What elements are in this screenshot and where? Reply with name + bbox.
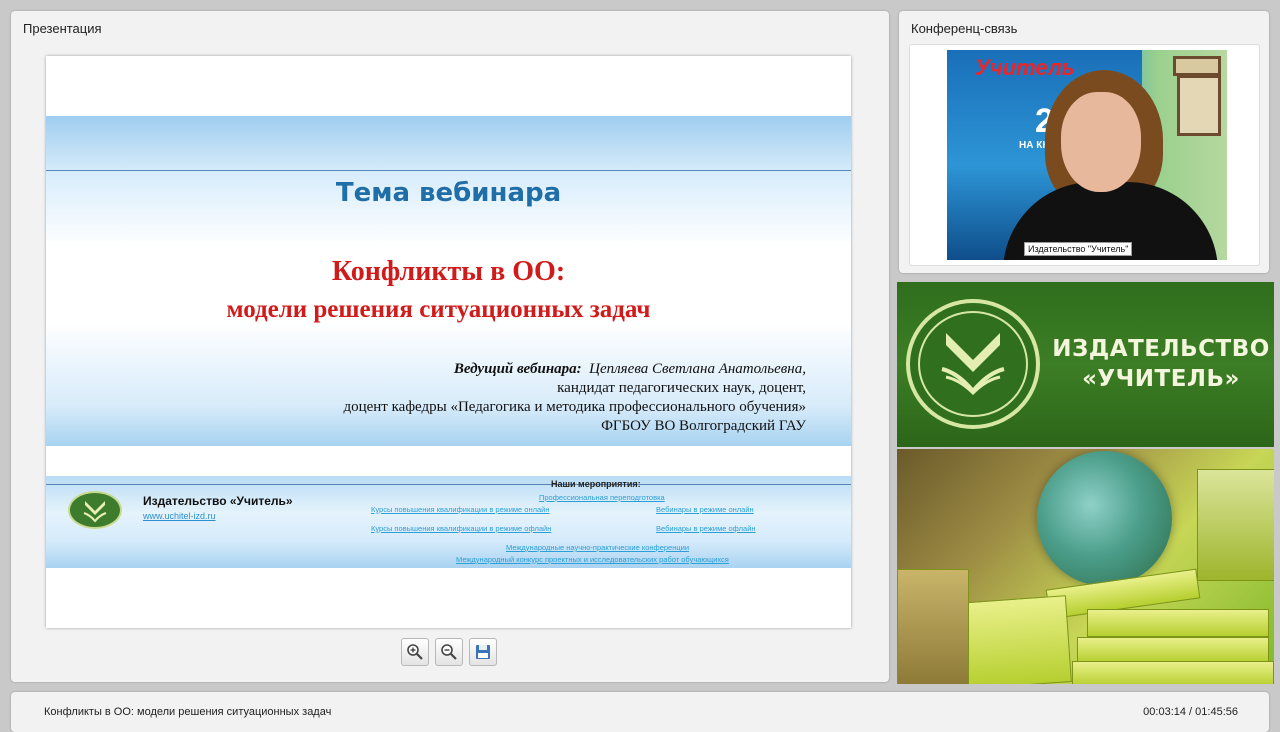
zoom-out-icon bbox=[441, 644, 457, 660]
presentation-panel: Презентация Тема вебинара Конфликты в ОО… bbox=[11, 11, 889, 682]
books-illustration bbox=[897, 449, 1274, 684]
slide-event-link[interactable]: Курсы повышения квалификации в режиме он… bbox=[371, 505, 550, 514]
book-illustration bbox=[1072, 661, 1274, 684]
slide-event-link[interactable]: Международный конкурс проектных и исслед… bbox=[456, 555, 729, 564]
slide-event-link[interactable]: Курсы повышения квалификации в режиме оф… bbox=[371, 524, 551, 533]
slide-events-title: Наши мероприятия: bbox=[551, 479, 641, 489]
presenter-face bbox=[1061, 92, 1141, 192]
publisher-banner-line1: ИЗДАТЕЛЬСТВО bbox=[1052, 336, 1270, 362]
publisher-emblem-icon bbox=[906, 299, 1040, 429]
playback-time: 00:03:14 / 01:45:56 bbox=[1143, 706, 1238, 718]
bottom-status-bar: Конфликты в ОО: модели решения ситуацион… bbox=[11, 692, 1269, 732]
zoom-out-button[interactable] bbox=[435, 638, 463, 666]
slide-event-link[interactable]: Профессиональная переподготовка bbox=[539, 493, 665, 502]
video-container: Учитель 25 НА КНИЖ Издательство "Учитель… bbox=[909, 44, 1260, 266]
zoom-in-icon bbox=[407, 644, 423, 660]
slide-publisher-name: Издательство «Учитель» bbox=[143, 494, 293, 508]
globe-illustration bbox=[1037, 451, 1172, 586]
save-button[interactable] bbox=[469, 638, 497, 666]
zoom-in-button[interactable] bbox=[401, 638, 429, 666]
slide-event-link[interactable]: Вебинары в режиме онлайн bbox=[656, 505, 754, 514]
book-illustration bbox=[897, 569, 969, 684]
current-time: 00:03:14 bbox=[1143, 706, 1186, 718]
slide-event-link[interactable]: Международные научно-практические конфер… bbox=[506, 543, 689, 552]
slide-footer-band bbox=[46, 476, 851, 568]
presentation-slide: Тема вебинара Конфликты в ОО: модели реш… bbox=[46, 56, 851, 628]
book-illustration bbox=[954, 595, 1072, 684]
presenter-video[interactable]: Учитель 25 НА КНИЖ Издательство "Учитель… bbox=[947, 50, 1227, 260]
slide-speaker-position: доцент кафедры «Педагогика и методика пр… bbox=[343, 399, 806, 415]
conference-panel: Конференц-связь Учитель 25 НА КНИЖ Издат… bbox=[899, 11, 1269, 273]
wall-frame bbox=[1177, 75, 1221, 136]
conference-panel-title: Конференц-связь bbox=[911, 21, 1018, 36]
slide-topic: Тема вебинара bbox=[335, 178, 562, 208]
slide-title-line2: модели решения ситуационных задач bbox=[226, 296, 651, 323]
presentation-panel-title: Презентация bbox=[23, 21, 102, 36]
publisher-logo-icon bbox=[68, 491, 122, 529]
time-separator: / bbox=[1186, 706, 1196, 718]
slide-divider bbox=[46, 170, 851, 171]
video-caption: Издательство "Учитель" bbox=[1024, 242, 1133, 256]
video-banner-text: Учитель bbox=[975, 55, 1075, 80]
total-time: 01:45:56 bbox=[1195, 706, 1238, 718]
slide-publisher-link[interactable]: www.uchitel-izd.ru bbox=[143, 511, 216, 521]
slide-title-line1: Конфликты в ОО: bbox=[331, 256, 566, 287]
book-illustration bbox=[1087, 609, 1269, 637]
slide-speaker-degree: кандидат педагогических наук, доцент, bbox=[557, 380, 806, 396]
slide-speaker-name: Цепляева Светлана Анатольевна, bbox=[589, 361, 806, 377]
slide-speaker-label: Ведущий вебинара bbox=[453, 361, 577, 377]
book-illustration bbox=[1197, 469, 1274, 581]
slide-divider bbox=[46, 484, 851, 485]
publisher-banner: ИЗДАТЕЛЬСТВО «УЧИТЕЛЬ» bbox=[897, 282, 1274, 447]
save-icon bbox=[476, 645, 490, 659]
slide-speaker: Ведущий вебинара: Цепляева Светлана Анат… bbox=[453, 361, 806, 377]
publisher-banner-line2: «УЧИТЕЛЬ» bbox=[1082, 366, 1240, 392]
slide-speaker-university: ФГБОУ ВО Волгоградский ГАУ bbox=[601, 418, 806, 434]
wall-frame bbox=[1173, 56, 1221, 76]
webinar-title: Конфликты в ОО: модели решения ситуацион… bbox=[44, 706, 332, 718]
book-illustration bbox=[1077, 637, 1269, 663]
slide-event-link[interactable]: Вебинары в режиме офлайн bbox=[656, 524, 756, 533]
